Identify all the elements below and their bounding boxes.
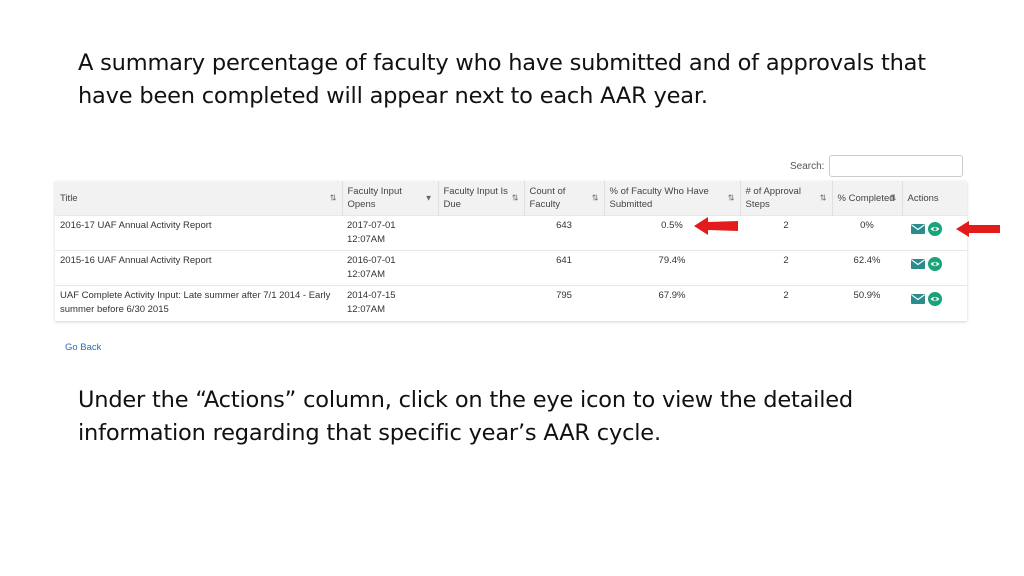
col-header-count[interactable]: Count of Faculty ⇅	[524, 181, 605, 216]
row-actions	[902, 250, 967, 286]
red-arrow-icon	[956, 221, 1000, 237]
col-header-opens[interactable]: Faculty Input Opens ▼	[342, 181, 439, 216]
row-steps: 2	[740, 250, 832, 286]
eye-icon[interactable]	[928, 222, 942, 236]
sort-icon: ⇅	[819, 193, 827, 203]
row-due	[438, 250, 524, 286]
mail-icon[interactable]	[911, 294, 925, 304]
row-pct-completed: 0%	[832, 215, 902, 251]
row-due	[438, 215, 524, 251]
mail-icon[interactable]	[911, 259, 925, 269]
row-opens: 2014-07-15 12:07AM	[342, 285, 438, 321]
table-row: UAF Complete Activity Input: Late summer…	[55, 285, 967, 321]
sort-icon: ⇅	[727, 193, 735, 203]
row-count: 795	[524, 285, 604, 321]
table-row: 2016-17 UAF Annual Activity Report 2017-…	[55, 215, 967, 251]
red-arrow-icon	[694, 217, 738, 235]
sort-icon: ⇅	[889, 193, 897, 203]
sort-icon: ⇅	[329, 193, 337, 203]
search-input[interactable]	[829, 155, 964, 177]
table-header-row: Title ⇅ Faculty Input Opens ▼ Faculty Inpu…	[55, 181, 967, 216]
eye-icon[interactable]	[928, 257, 942, 271]
sort-desc-icon: ▼	[424, 193, 433, 203]
row-actions	[902, 285, 967, 321]
row-pct-completed: 62.4%	[832, 250, 902, 286]
row-steps: 2	[740, 215, 832, 251]
col-header-pct-completed[interactable]: % Completed ⇅	[832, 181, 903, 216]
col-header-actions: Actions	[902, 181, 967, 216]
intro-text: A summary percentage of faculty who have…	[78, 50, 926, 109]
search-label: Search:	[790, 160, 825, 172]
table-row: 2015-16 UAF Annual Activity Report 2016-…	[55, 250, 967, 286]
sort-icon: ⇅	[511, 193, 519, 203]
row-title: UAF Complete Activity Input: Late summer…	[55, 285, 342, 321]
row-steps: 2	[740, 285, 832, 321]
sort-icon: ⇅	[591, 193, 599, 203]
col-header-due[interactable]: Faculty Input Is Due ⇅	[438, 181, 525, 216]
row-title: 2015-16 UAF Annual Activity Report	[55, 250, 342, 286]
go-back-link[interactable]: Go Back	[65, 342, 101, 352]
instruction-text: Under the “Actions” column, click on the…	[78, 387, 853, 446]
row-opens: 2016-07-01 12:07AM	[342, 250, 438, 286]
search-box: Search:	[790, 155, 964, 177]
row-count: 641	[524, 250, 604, 286]
row-opens: 2017-07-01 12:07AM	[342, 215, 438, 251]
row-count: 643	[524, 215, 604, 251]
col-header-steps[interactable]: # of Approval Steps ⇅	[740, 181, 833, 216]
col-header-title[interactable]: Title ⇅	[55, 181, 343, 216]
row-due	[438, 285, 524, 321]
col-header-pct-submitted[interactable]: % of Faculty Who Have Submitted ⇅	[604, 181, 741, 216]
row-pct-submitted: 79.4%	[604, 250, 740, 286]
row-pct-submitted: 67.9%	[604, 285, 740, 321]
row-title: 2016-17 UAF Annual Activity Report	[55, 215, 342, 251]
aar-table: Title ⇅ Faculty Input Opens ▼ Faculty Inpu…	[55, 181, 967, 321]
mail-icon[interactable]	[911, 224, 925, 234]
eye-icon[interactable]	[928, 292, 942, 306]
row-pct-completed: 50.9%	[832, 285, 902, 321]
